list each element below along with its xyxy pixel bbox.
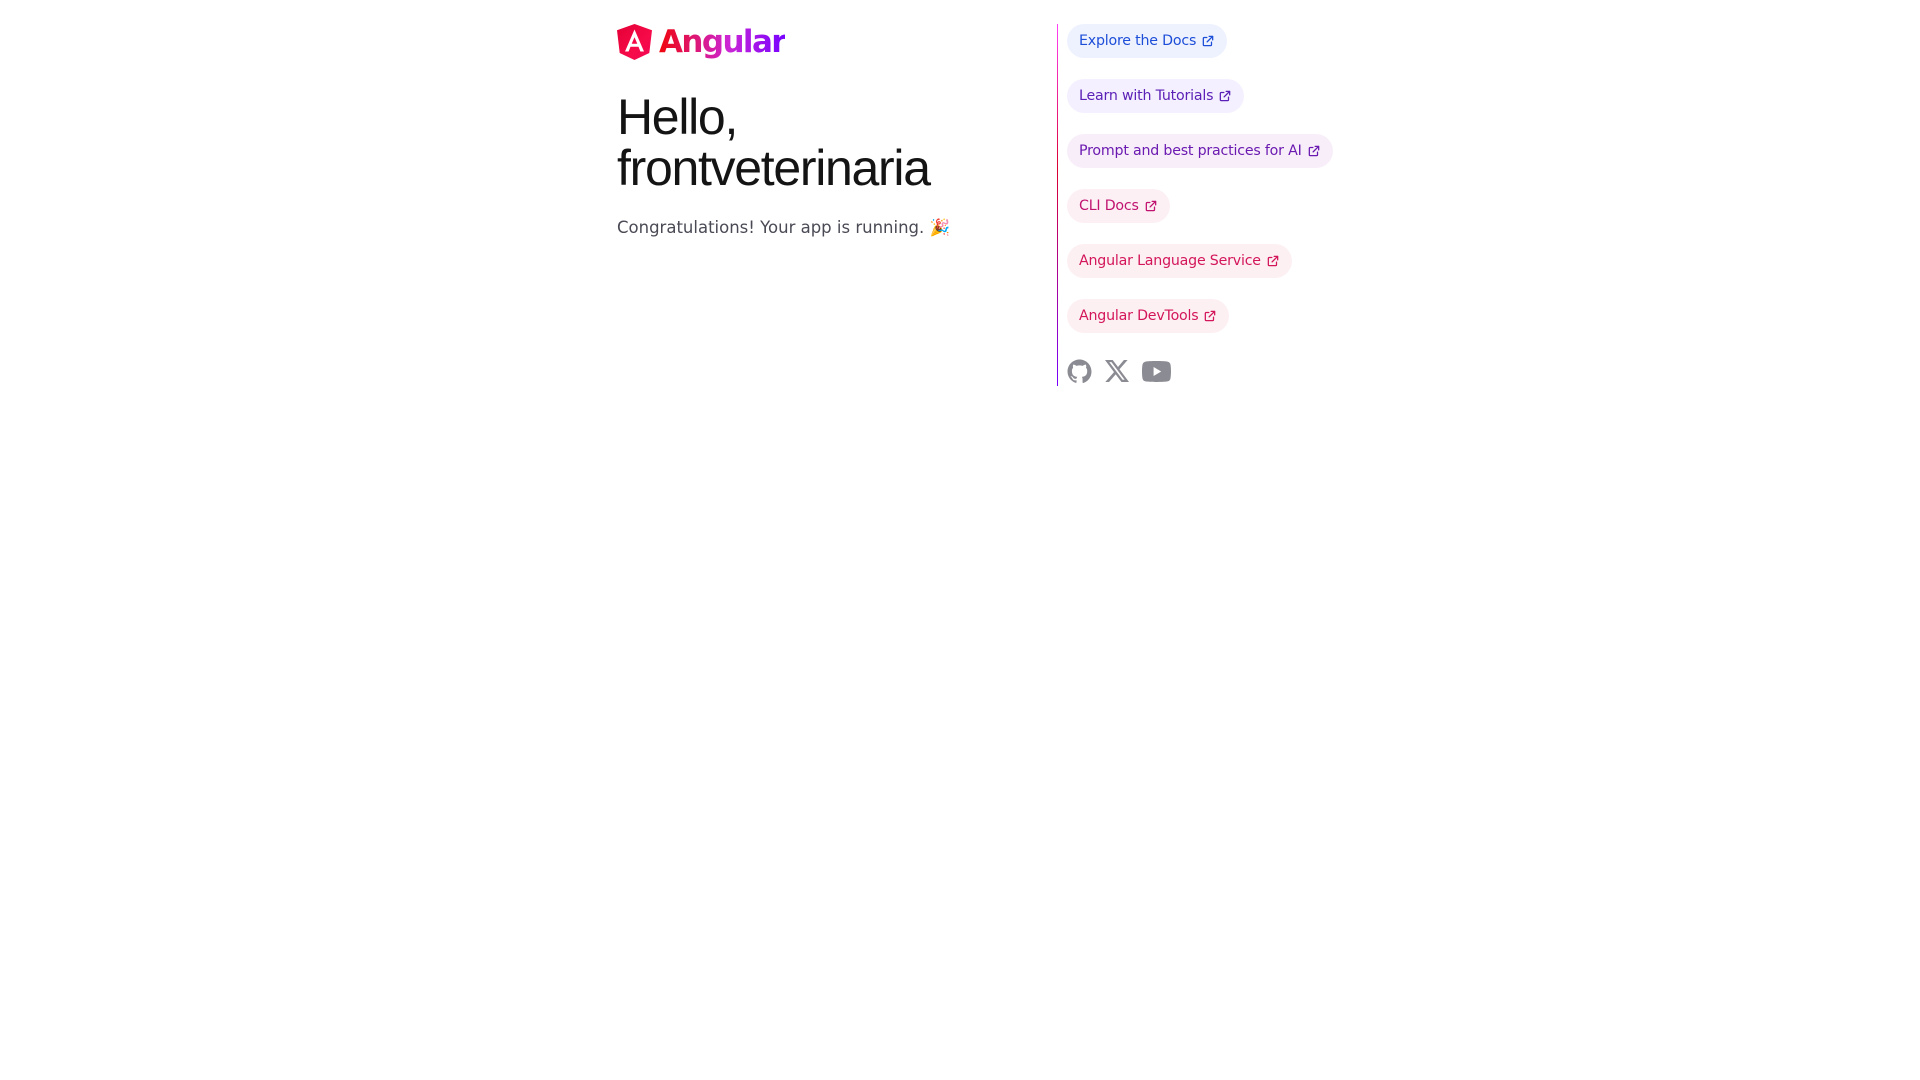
pill-group: Explore the Docs Learn with Tutorials Prom… (1067, 24, 1333, 333)
external-link-icon (1267, 255, 1279, 267)
angular-logo: Angular (617, 24, 1057, 60)
youtube-icon (1142, 360, 1171, 382)
youtube-link[interactable] (1142, 360, 1171, 382)
title-app-name: frontveterinaria (617, 140, 931, 196)
x-icon (1105, 360, 1129, 382)
github-icon (1067, 359, 1092, 383)
external-link-icon (1220, 90, 1231, 102)
external-link-icon (1202, 35, 1214, 47)
link-pill-label: CLI Docs (1079, 198, 1139, 214)
x-link[interactable] (1105, 360, 1129, 382)
link-pill[interactable]: Learn with Tutorials (1067, 79, 1245, 113)
link-pill[interactable]: CLI Docs (1067, 189, 1170, 223)
social-links (1067, 356, 1171, 386)
angular-shield-icon (617, 24, 652, 60)
link-pill[interactable]: Explore the Docs (1067, 24, 1228, 58)
title-greeting: Hello, (617, 89, 738, 145)
subtitle: Congratulations! Your app is running. 🎉 (617, 218, 951, 237)
link-pill-label: Learn with Tutorials (1079, 88, 1214, 104)
link-pill-label: Prompt and best practices for AI (1079, 143, 1302, 159)
links-column: Explore the Docs Learn with Tutorials Prom… (1067, 24, 1333, 386)
external-link-icon (1308, 145, 1319, 157)
divider (1057, 24, 1058, 386)
angular-wordmark: Angular (659, 24, 787, 60)
github-link[interactable] (1067, 359, 1092, 384)
main-container: Angular Hello, frontveterinaria Congratu… (617, 24, 1337, 386)
link-pill[interactable]: Prompt and best practices for AI (1067, 134, 1333, 168)
external-link-icon (1205, 310, 1216, 322)
link-pill-label: Angular DevTools (1079, 308, 1199, 324)
content-left: Angular Hello, frontveterinaria Congratu… (617, 24, 1058, 386)
link-pill-label: Explore the Docs (1079, 33, 1197, 49)
link-pill[interactable]: Angular Language Service (1067, 244, 1292, 278)
link-pill-label: Angular Language Service (1079, 253, 1261, 269)
external-link-icon (1145, 200, 1157, 212)
page-title: Hello, frontveterinaria (617, 92, 1057, 194)
link-pill[interactable]: Angular DevTools (1067, 299, 1230, 333)
